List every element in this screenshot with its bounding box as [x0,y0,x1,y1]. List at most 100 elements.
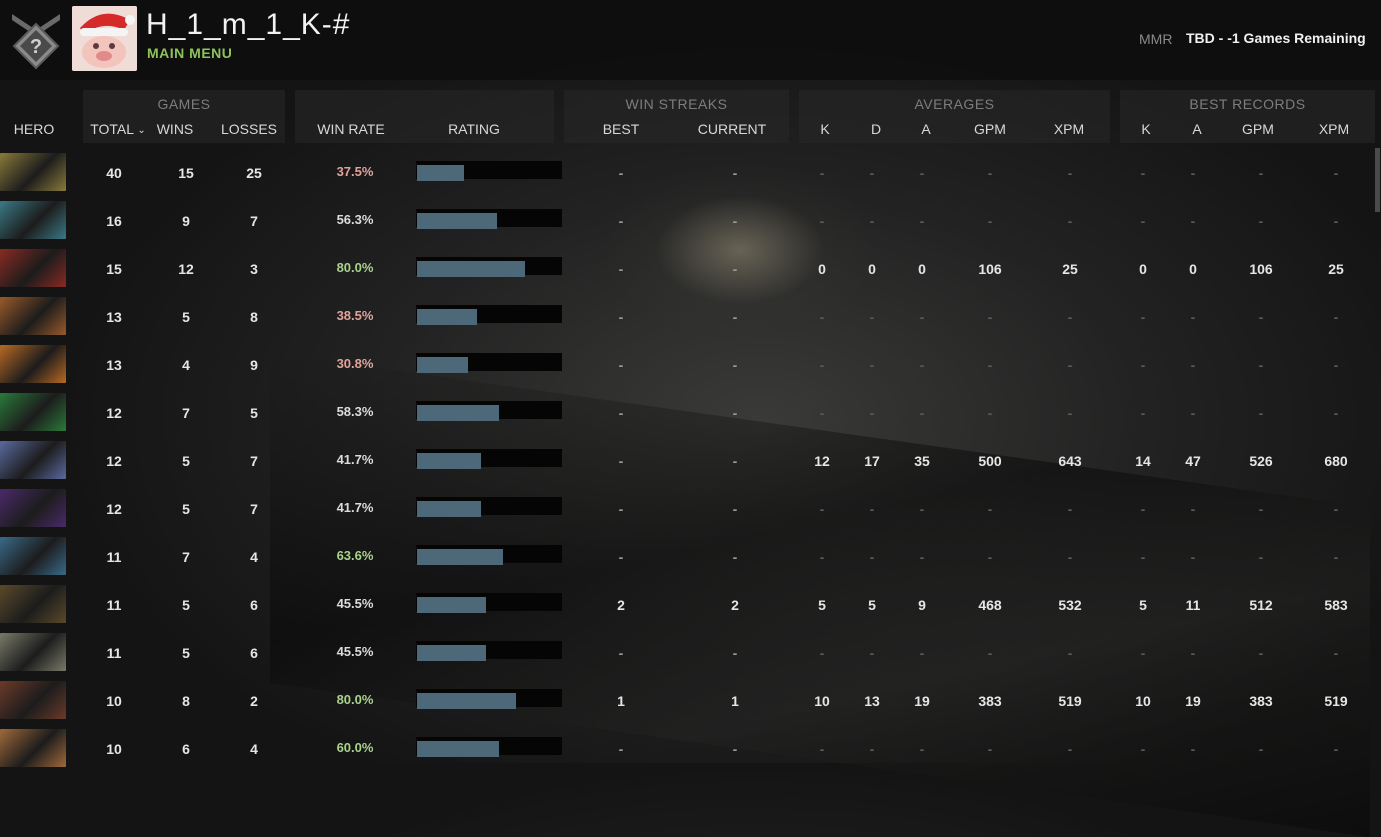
streak-current-cell: - [732,165,738,181]
best-assists-cell: - [1190,309,1196,325]
hero-portrait[interactable] [0,633,66,671]
hero-portrait[interactable] [0,345,66,383]
avg-kills-cell: - [819,501,825,517]
best-gpm-cell: 106 [1249,261,1273,277]
column-streak-current[interactable]: CURRENT [690,121,774,137]
table-row[interactable]: 12 5 7 - - 12 17 35 500 643 14 47 526 680 41.7% [0,441,1381,481]
win-rate-cell: 41.7% [336,500,374,515]
column-losses[interactable]: LOSSES [218,121,280,137]
best-xpm-cell: - [1333,213,1339,229]
best-xpm-cell: - [1333,501,1339,517]
column-best-k[interactable]: K [1131,121,1161,137]
avg-gpm-cell: - [987,309,993,325]
table-row[interactable]: 40 15 25 - - - - - - - - - - - 37.5% [0,153,1381,193]
best-xpm-cell: 25 [1328,261,1344,277]
total-games-cell: 12 [106,405,122,421]
best-assists-cell: 19 [1185,693,1201,709]
column-wins[interactable]: WINS [150,121,200,137]
win-rate-cell: 45.5% [336,596,374,611]
column-best-a[interactable]: A [1182,121,1212,137]
avg-deaths-cell: - [869,213,875,229]
avg-xpm-cell: - [1067,741,1073,757]
avg-gpm-cell: 468 [978,597,1002,613]
column-win-rate[interactable]: WIN RATE [310,121,392,137]
column-rating[interactable]: RATING [430,121,518,137]
avatar[interactable] [72,6,137,71]
table-row[interactable]: 12 7 5 - - - - - - - - - - - 58.3% [0,393,1381,433]
hero-portrait[interactable] [0,681,66,719]
best-gpm-cell: - [1258,165,1264,181]
column-best-xpm[interactable]: XPM [1307,121,1361,137]
table-row[interactable]: 16 9 7 - - - - - - - - - - - 56.3% [0,201,1381,241]
best-kills-cell: - [1140,357,1146,373]
hero-portrait[interactable] [0,249,66,287]
main-menu-link[interactable]: MAIN MENU [147,45,232,61]
avg-kills-cell: 10 [814,693,830,709]
streak-best-cell: - [618,357,624,373]
avg-assists-cell: 19 [914,693,930,709]
table-row[interactable]: 12 5 7 - - - - - - - - - - - 41.7% [0,489,1381,529]
losses-cell: 6 [250,645,258,661]
losses-cell: 7 [250,213,258,229]
column-streak-best[interactable]: BEST [590,121,652,137]
total-games-cell: 12 [106,453,122,469]
column-total-label: TOTAL [90,121,134,137]
scrollbar[interactable] [1375,148,1380,212]
hero-portrait[interactable] [0,489,66,527]
rating-bar-fill [417,261,525,277]
avg-gpm-cell: 383 [978,693,1002,709]
avg-assists-cell: 35 [914,453,930,469]
table-row[interactable]: 11 5 6 2 2 5 5 9 468 532 5 11 512 583 45.5% [0,585,1381,625]
best-xpm-cell: 583 [1324,597,1348,613]
column-total[interactable]: TOTAL ⌄ [84,121,152,137]
total-games-cell: 10 [106,693,122,709]
unranked-medal-icon[interactable]: ? [8,10,64,72]
avg-assists-cell: - [919,357,925,373]
hero-portrait[interactable] [0,201,66,239]
rating-bar-fill [417,501,481,517]
column-avg-xpm[interactable]: XPM [1042,121,1096,137]
hero-portrait[interactable] [0,537,66,575]
best-gpm-cell: - [1258,405,1264,421]
table-row[interactable]: 10 6 4 - - - - - - - - - - - 60.0% [0,729,1381,769]
streak-current-cell: 1 [731,693,739,709]
table-row[interactable]: 11 7 4 - - - - - - - - - - - 63.6% [0,537,1381,577]
hero-portrait[interactable] [0,153,66,191]
hero-portrait[interactable] [0,729,66,767]
hero-portrait[interactable] [0,585,66,623]
avg-xpm-cell: 643 [1058,453,1082,469]
avg-kills-cell: - [819,549,825,565]
column-avg-d[interactable]: D [861,121,891,137]
column-avg-a[interactable]: A [911,121,941,137]
hero-portrait[interactable] [0,297,66,335]
hero-portrait[interactable] [0,393,66,431]
table-row[interactable]: 11 5 6 - - - - - - - - - - - 45.5% [0,633,1381,673]
streak-current-cell: - [732,501,738,517]
column-avg-k[interactable]: K [810,121,840,137]
table-row[interactable]: 15 12 3 - - 0 0 0 106 25 0 0 106 25 80.0% [0,249,1381,289]
column-avg-gpm[interactable]: GPM [963,121,1017,137]
losses-cell: 9 [250,357,258,373]
rating-bar-fill [417,693,516,709]
table-row[interactable]: 13 4 9 - - - - - - - - - - - 30.8% [0,345,1381,385]
total-games-cell: 40 [106,165,122,181]
best-gpm-cell: - [1258,645,1264,661]
column-hero[interactable]: HERO [0,121,68,137]
win-rate-cell: 63.6% [336,548,374,563]
avg-kills-cell: - [819,645,825,661]
best-assists-cell: 0 [1189,261,1197,277]
avg-gpm-cell: - [987,405,993,421]
column-best-gpm[interactable]: GPM [1231,121,1285,137]
best-xpm-cell: - [1333,645,1339,661]
rating-bar-fill [417,309,477,325]
losses-cell: 7 [250,501,258,517]
hero-portrait[interactable] [0,441,66,479]
best-assists-cell: 11 [1185,597,1201,613]
table-row[interactable]: 13 5 8 - - - - - - - - - - - 38.5% [0,297,1381,337]
best-records-title: BEST RECORDS [1189,96,1306,112]
losses-cell: 2 [250,693,258,709]
table-row[interactable]: 10 8 2 1 1 10 13 19 383 519 10 19 383 519 80.0% [0,681,1381,721]
wins-cell: 6 [182,741,190,757]
avg-assists-cell: - [919,309,925,325]
best-kills-cell: 0 [1139,261,1147,277]
